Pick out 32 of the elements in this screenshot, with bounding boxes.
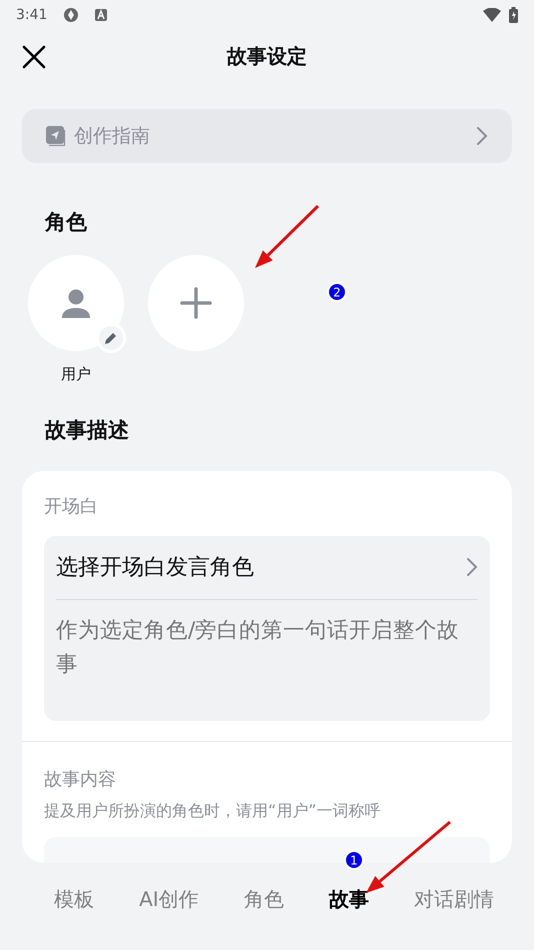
annotation-arrow — [255, 204, 320, 268]
plus-icon — [180, 286, 212, 318]
page-title: 故事设定 — [227, 43, 307, 70]
opening-field[interactable]: 选择开场白发言角色 作为选定角色/旁白的第一句话开启整个故事 — [44, 536, 490, 720]
tab[interactable]: 故事 — [328, 884, 369, 914]
field-hint: 提及用户所扮演的角色时，请用“用户”一词称呼 — [44, 800, 382, 822]
chevron-icon — [466, 557, 478, 577]
step-number: 1 — [350, 854, 358, 868]
opening-input[interactable]: 作为选定角色/旁白的第一句话开启整个故事 — [56, 600, 478, 710]
select-role-row[interactable]: 选择开场白发言角色 — [56, 536, 478, 600]
role-name: 用户 — [61, 364, 91, 384]
tab[interactable]: 模板 — [54, 884, 94, 914]
tab[interactable]: 角色 — [244, 884, 284, 914]
step-marker — [327, 282, 347, 302]
step-marker — [344, 850, 364, 870]
person-icon — [60, 286, 92, 318]
battery-icon — [509, 7, 518, 23]
step-number: 2 — [333, 286, 341, 300]
status-time: 3:41 — [16, 6, 48, 24]
field-label: 开场白 — [44, 494, 99, 518]
tab[interactable]: 对话剧情 — [414, 884, 494, 914]
content-field[interactable] — [44, 836, 490, 862]
field-label: 故事内容 — [44, 768, 117, 792]
vpn-icon — [63, 7, 80, 23]
section-heading: 故事描述 — [45, 417, 130, 444]
wifi-icon — [483, 8, 501, 22]
chevron-icon — [476, 126, 488, 146]
keyboard-icon — [95, 9, 108, 21]
tab[interactable]: AI创作 — [139, 884, 199, 914]
guide-icon — [46, 126, 66, 146]
guide-bar[interactable]: 创作指南 — [22, 109, 512, 163]
section-heading: 角色 — [45, 209, 88, 236]
